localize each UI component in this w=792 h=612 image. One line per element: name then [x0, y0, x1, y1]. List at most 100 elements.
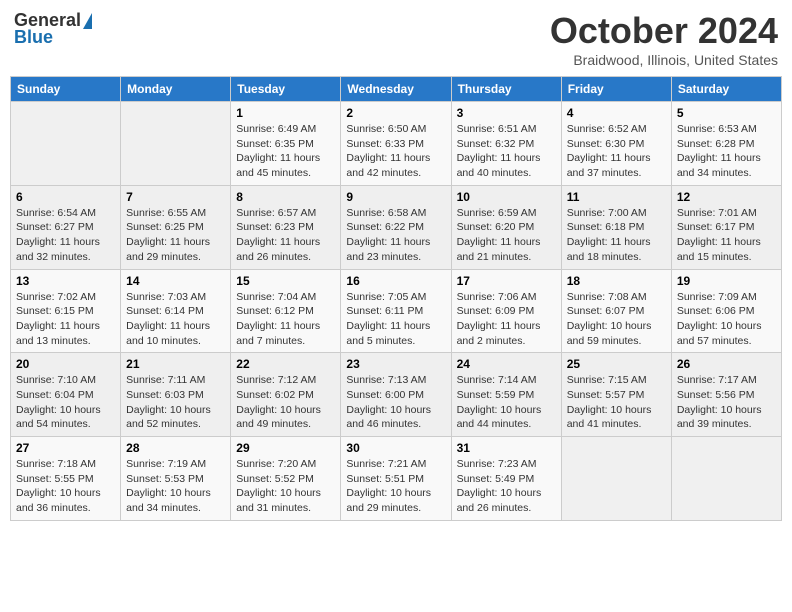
day-number: 2 [346, 106, 445, 120]
calendar-cell: 8 Sunrise: 6:57 AM Sunset: 6:23 PM Daylig… [231, 185, 341, 269]
calendar-week-row: 6Sunrise: 6:54 AM Sunset: 6:27 PM Daylig… [11, 185, 782, 269]
day-info: Sunrise: 7:11 AM Sunset: 6:03 PM Dayligh… [126, 373, 225, 432]
day-info: Sunrise: 7:17 AM Sunset: 5:56 PM Dayligh… [677, 373, 776, 432]
calendar-week-row: 1Sunrise: 6:49 AM Sunset: 6:35 PM Daylig… [11, 102, 782, 186]
day-number: 4 [567, 106, 666, 120]
day-info: Sunrise: 6:51 AM Sunset: 6:32 PM Dayligh… [457, 122, 556, 181]
day-number: 29 [236, 441, 335, 455]
day-number: 18 [567, 274, 666, 288]
calendar-cell [11, 102, 121, 186]
calendar-cell: 15 Sunrise: 7:04 AM Sunset: 6:12 PM Dayli… [231, 269, 341, 353]
calendar-day-header: Sunday [11, 77, 121, 102]
day-info: Sunrise: 6:53 AM Sunset: 6:28 PM Dayligh… [677, 122, 776, 181]
calendar-cell: 25 Sunrise: 7:15 AM Sunset: 5:57 PM Dayli… [561, 353, 671, 437]
day-info: Sunrise: 6:59 AM Sunset: 6:20 PM Dayligh… [457, 206, 556, 265]
day-number: 21 [126, 357, 225, 371]
day-number: 11 [567, 190, 666, 204]
calendar-cell: 18 Sunrise: 7:08 AM Sunset: 6:07 PM Dayli… [561, 269, 671, 353]
day-number: 26 [677, 357, 776, 371]
day-info: Sunrise: 7:04 AM Sunset: 6:12 PM Dayligh… [236, 290, 335, 349]
calendar-cell: 2 Sunrise: 6:50 AM Sunset: 6:33 PM Daylig… [341, 102, 451, 186]
day-number: 10 [457, 190, 556, 204]
day-number: 17 [457, 274, 556, 288]
day-number: 20 [16, 357, 115, 371]
calendar-cell: 12Sunrise: 7:01 AM Sunset: 6:17 PM Dayli… [671, 185, 781, 269]
day-number: 25 [567, 357, 666, 371]
calendar-cell: 7 Sunrise: 6:55 AM Sunset: 6:25 PM Daylig… [121, 185, 231, 269]
calendar-body: 1Sunrise: 6:49 AM Sunset: 6:35 PM Daylig… [11, 102, 782, 521]
day-info: Sunrise: 7:15 AM Sunset: 5:57 PM Dayligh… [567, 373, 666, 432]
calendar-day-header: Wednesday [341, 77, 451, 102]
calendar-cell: 28 Sunrise: 7:19 AM Sunset: 5:53 PM Dayli… [121, 437, 231, 521]
day-info: Sunrise: 7:20 AM Sunset: 5:52 PM Dayligh… [236, 457, 335, 516]
day-number: 24 [457, 357, 556, 371]
calendar-week-row: 20 Sunrise: 7:10 AM Sunset: 6:04 PM Dayli… [11, 353, 782, 437]
day-info: Sunrise: 7:21 AM Sunset: 5:51 PM Dayligh… [346, 457, 445, 516]
day-info: Sunrise: 7:03 AM Sunset: 6:14 PM Dayligh… [126, 290, 225, 349]
logo-blue-text: Blue [14, 27, 53, 48]
day-info: Sunrise: 7:14 AM Sunset: 5:59 PM Dayligh… [457, 373, 556, 432]
calendar-day-header: Thursday [451, 77, 561, 102]
day-info: Sunrise: 7:05 AM Sunset: 6:11 PM Dayligh… [346, 290, 445, 349]
title-section: October 2024 Braidwood, Illinois, United… [550, 10, 778, 68]
calendar-cell: 14Sunrise: 7:03 AM Sunset: 6:14 PM Dayli… [121, 269, 231, 353]
day-number: 13 [16, 274, 115, 288]
day-number: 8 [236, 190, 335, 204]
calendar-week-row: 13Sunrise: 7:02 AM Sunset: 6:15 PM Dayli… [11, 269, 782, 353]
calendar-cell: 27Sunrise: 7:18 AM Sunset: 5:55 PM Dayli… [11, 437, 121, 521]
day-number: 9 [346, 190, 445, 204]
day-info: Sunrise: 7:00 AM Sunset: 6:18 PM Dayligh… [567, 206, 666, 265]
calendar-day-header: Saturday [671, 77, 781, 102]
page-header: General Blue October 2024 Braidwood, Ill… [10, 10, 782, 68]
calendar-cell: 30 Sunrise: 7:21 AM Sunset: 5:51 PM Dayli… [341, 437, 451, 521]
calendar-day-header: Monday [121, 77, 231, 102]
day-info: Sunrise: 7:23 AM Sunset: 5:49 PM Dayligh… [457, 457, 556, 516]
calendar-cell [671, 437, 781, 521]
logo-triangle-icon [83, 13, 92, 29]
calendar-cell: 3 Sunrise: 6:51 AM Sunset: 6:32 PM Daylig… [451, 102, 561, 186]
day-info: Sunrise: 7:13 AM Sunset: 6:00 PM Dayligh… [346, 373, 445, 432]
day-info: Sunrise: 6:49 AM Sunset: 6:35 PM Dayligh… [236, 122, 335, 181]
day-info: Sunrise: 7:18 AM Sunset: 5:55 PM Dayligh… [16, 457, 115, 516]
calendar-cell: 10 Sunrise: 6:59 AM Sunset: 6:20 PM Dayli… [451, 185, 561, 269]
day-number: 19 [677, 274, 776, 288]
day-info: Sunrise: 6:57 AM Sunset: 6:23 PM Dayligh… [236, 206, 335, 265]
day-number: 15 [236, 274, 335, 288]
calendar-cell: 1Sunrise: 6:49 AM Sunset: 6:35 PM Daylig… [231, 102, 341, 186]
calendar-cell: 26 Sunrise: 7:17 AM Sunset: 5:56 PM Dayli… [671, 353, 781, 437]
logo: General Blue [14, 10, 92, 48]
day-number: 3 [457, 106, 556, 120]
calendar-cell: 29 Sunrise: 7:20 AM Sunset: 5:52 PM Dayli… [231, 437, 341, 521]
location-text: Braidwood, Illinois, United States [550, 52, 778, 68]
calendar-table: SundayMondayTuesdayWednesdayThursdayFrid… [10, 76, 782, 521]
calendar-cell: 20 Sunrise: 7:10 AM Sunset: 6:04 PM Dayli… [11, 353, 121, 437]
calendar-header-row: SundayMondayTuesdayWednesdayThursdayFrid… [11, 77, 782, 102]
calendar-cell: 22Sunrise: 7:12 AM Sunset: 6:02 PM Dayli… [231, 353, 341, 437]
day-info: Sunrise: 6:50 AM Sunset: 6:33 PM Dayligh… [346, 122, 445, 181]
day-info: Sunrise: 7:12 AM Sunset: 6:02 PM Dayligh… [236, 373, 335, 432]
calendar-cell: 4 Sunrise: 6:52 AM Sunset: 6:30 PM Daylig… [561, 102, 671, 186]
day-number: 30 [346, 441, 445, 455]
calendar-cell: 17Sunrise: 7:06 AM Sunset: 6:09 PM Dayli… [451, 269, 561, 353]
day-info: Sunrise: 6:54 AM Sunset: 6:27 PM Dayligh… [16, 206, 115, 265]
calendar-cell: 9Sunrise: 6:58 AM Sunset: 6:22 PM Daylig… [341, 185, 451, 269]
calendar-week-row: 27Sunrise: 7:18 AM Sunset: 5:55 PM Dayli… [11, 437, 782, 521]
calendar-cell: 23 Sunrise: 7:13 AM Sunset: 6:00 PM Dayli… [341, 353, 451, 437]
day-info: Sunrise: 6:52 AM Sunset: 6:30 PM Dayligh… [567, 122, 666, 181]
day-number: 28 [126, 441, 225, 455]
day-number: 7 [126, 190, 225, 204]
calendar-cell: 31 Sunrise: 7:23 AM Sunset: 5:49 PM Dayli… [451, 437, 561, 521]
calendar-cell: 13Sunrise: 7:02 AM Sunset: 6:15 PM Dayli… [11, 269, 121, 353]
day-info: Sunrise: 7:08 AM Sunset: 6:07 PM Dayligh… [567, 290, 666, 349]
calendar-cell: 6Sunrise: 6:54 AM Sunset: 6:27 PM Daylig… [11, 185, 121, 269]
day-info: Sunrise: 7:10 AM Sunset: 6:04 PM Dayligh… [16, 373, 115, 432]
month-title: October 2024 [550, 10, 778, 52]
calendar-cell: 11 Sunrise: 7:00 AM Sunset: 6:18 PM Dayli… [561, 185, 671, 269]
day-info: Sunrise: 7:09 AM Sunset: 6:06 PM Dayligh… [677, 290, 776, 349]
calendar-cell [561, 437, 671, 521]
day-info: Sunrise: 6:55 AM Sunset: 6:25 PM Dayligh… [126, 206, 225, 265]
day-info: Sunrise: 7:19 AM Sunset: 5:53 PM Dayligh… [126, 457, 225, 516]
calendar-cell: 5Sunrise: 6:53 AM Sunset: 6:28 PM Daylig… [671, 102, 781, 186]
day-number: 31 [457, 441, 556, 455]
day-number: 23 [346, 357, 445, 371]
